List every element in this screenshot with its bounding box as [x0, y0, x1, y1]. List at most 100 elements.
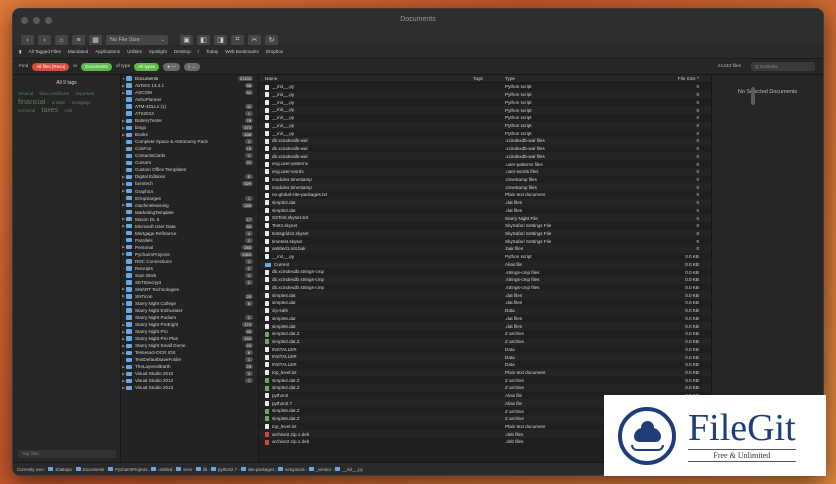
tag-item[interactable]: private — [52, 99, 66, 107]
forward-button[interactable]: › — [38, 34, 51, 46]
file-row[interactable]: __init__.py Python script 0 — [259, 106, 711, 114]
tree-item[interactable]: ▶ Graphics — [121, 188, 258, 195]
new-folder-icon[interactable]: ▣ — [180, 34, 193, 46]
file-row[interactable]: simple3.dat.Z Z archive 0.0 KB — [259, 330, 711, 338]
favorite-item[interactable]: Today — [206, 49, 218, 54]
back-button[interactable]: ‹ — [21, 34, 34, 46]
path-segment[interactable]: setuptools — [285, 467, 305, 472]
path-segment[interactable]: venv — [183, 467, 192, 472]
tree-item[interactable]: ConFoo 16 — [121, 145, 258, 152]
tree-item[interactable]: Mortgage Refinance 4 — [121, 230, 258, 237]
file-row[interactable]: INSTALLER Data 0.0 KB — [259, 345, 711, 353]
tree-item[interactable]: TextDefaultSaveFolder 1 — [121, 356, 258, 363]
file-row[interactable]: simple2.dat .dat files 0 — [259, 198, 711, 207]
file-row[interactable]: no-global-site-packages.txt Plain text do… — [259, 191, 711, 199]
file-row[interactable]: modules.timestamp .timestamp files 0 — [259, 183, 711, 192]
path-segment[interactable]: site-packages — [248, 467, 275, 472]
file-row[interactable]: eng.user-patterns .user-patterns files 0 — [259, 160, 711, 168]
tree-item[interactable]: ▶ PycharmProjects 1983 — [121, 251, 258, 258]
tree-item[interactable]: ▶ Microsoft User Data 64 — [121, 223, 258, 230]
file-row[interactable]: zip-safe Data 0.0 KB — [259, 306, 711, 315]
contents-search-input[interactable]: Q Contents — [751, 62, 815, 71]
favorite-item[interactable]: Spotlight — [149, 49, 167, 54]
file-row[interactable]: modules.timestamp .timestamp files 0 — [259, 176, 711, 184]
toggle-switch[interactable]: ● — — [163, 62, 180, 71]
tree-item[interactable]: ▶ ASCOM 54 — [121, 89, 258, 96]
tree-item[interactable]: ▶ Visual Studio 2013 — [121, 384, 258, 391]
file-list-scrollbar[interactable] — [751, 87, 755, 105]
favorite-item[interactable]: Applications — [95, 49, 120, 54]
file-row[interactable]: simple4.dat.Z Z archive 0.0 KB — [259, 384, 711, 392]
tree-item[interactable]: Sam Work 1 — [121, 272, 258, 279]
scope-select[interactable]: All files (Recu) — [32, 62, 70, 71]
list-view-icon[interactable]: ≡ — [72, 34, 85, 46]
tag-item[interactable]: visit — [65, 107, 73, 115]
file-row[interactable]: simple4.dat.Z Z archive 0.0 KB — [259, 376, 711, 384]
file-row[interactable]: top_level.txt Plain text document 0.0 KB — [259, 368, 711, 377]
file-row[interactable]: Current Alias file 0.0 KB — [259, 260, 711, 269]
tree-item[interactable]: AstroPlanner — [121, 96, 258, 103]
file-row[interactable]: SSTest.skyset.snt Starry Night File 0 — [259, 214, 711, 222]
file-row[interactable]: untitled1.snt.bak .bak files 0 — [259, 245, 711, 253]
tree-item[interactable]: ATS2013 1 — [121, 110, 258, 117]
tree-item[interactable]: ▶ bingo 473 — [121, 124, 258, 131]
name-column-header[interactable]: Name — [259, 76, 455, 81]
close-window-button[interactable] — [21, 16, 28, 24]
path-segment[interactable]: python2.7 — [218, 467, 237, 472]
path-segment[interactable]: shattapa — [55, 467, 72, 472]
tree-item[interactable]: Receipts 2 — [121, 265, 258, 272]
tree-item[interactable]: ▶ Starry Night Pro Plus 164 — [121, 335, 258, 342]
file-row[interactable]: INSTALLER Data 0.0 KB — [259, 353, 711, 361]
tree-item[interactable]: ▶ Starry Night Small Dome 23 — [121, 342, 258, 349]
file-row[interactable]: simple3.dat.Z Z archive 0.0 KB — [259, 337, 711, 346]
tree-item[interactable]: ▶ Personal 263 — [121, 244, 258, 251]
minimize-window-button[interactable] — [33, 16, 40, 24]
file-row[interactable]: testsgrids2.skyset SkySafari Settings Fil… — [259, 229, 711, 238]
path-segment[interactable]: PycharmProjects — [115, 467, 147, 472]
favorite-item[interactable]: Dropbox — [266, 49, 283, 54]
home-icon[interactable]: ⌂ — [55, 34, 68, 46]
size-column-header[interactable]: File Size ^ — [639, 76, 705, 81]
file-row[interactable]: db.xcindexdb.strings-cmp .strings-cmp fil… — [259, 268, 711, 276]
favorite-item[interactable]: Web Bookmarks — [225, 49, 259, 54]
tree-item[interactable]: Starry Night Enthusiast — [121, 307, 258, 314]
tree-item[interactable]: Cursors 24 — [121, 159, 258, 166]
file-row[interactable]: db.xcindexdb-wal .xcindexdb-wal files 0 — [259, 152, 711, 161]
file-row[interactable]: db.xcindexdb-wal .xcindexdb-wal files 0 — [259, 145, 711, 153]
refresh-icon[interactable]: ↻ — [265, 34, 278, 46]
file-row[interactable]: db.xcindexdb-wal .xcindexdb-wal files 0 — [259, 137, 711, 145]
preview-icon[interactable]: ◨ — [214, 34, 227, 46]
tree-item[interactable]: ▶ Tesseract-OCR IOS 8 — [121, 349, 258, 356]
file-row[interactable]: INSTALLER Data 0.0 KB — [259, 361, 711, 369]
file-row[interactable]: __init__.py Python script 0 — [259, 83, 711, 91]
file-row[interactable]: simple4.dat .dat files 0.0 KB — [259, 291, 711, 300]
file-row[interactable]: __init__.py Python script 0 — [259, 90, 711, 99]
zoom-window-button[interactable] — [45, 16, 52, 24]
file-row[interactable]: db.xcindexdb.strings-cmp .strings-cmp fil… — [259, 275, 711, 284]
tree-item[interactable]: IDropSargeit 1 — [121, 195, 258, 202]
type-select[interactable]: All types — [134, 62, 160, 71]
file-row[interactable]: simple4.dat .dat files 0.0 KB — [259, 299, 711, 307]
tag-icon[interactable]: ⌗ — [231, 34, 244, 46]
tree-item[interactable]: ContactsCards 1 — [121, 152, 258, 159]
file-row[interactable]: __init__.py Python script 0 — [259, 98, 711, 106]
tree-item[interactable]: MarketingTemplate — [121, 209, 258, 216]
tools-icon[interactable]: ✂ — [248, 34, 261, 46]
file-row[interactable]: simple3.dat .dat files 0 — [259, 207, 711, 215]
path-segment[interactable]: Documents — [83, 467, 105, 472]
file-row[interactable]: __init__.py Python script 0.0 KB — [259, 253, 711, 261]
folder-select[interactable]: Documents — [81, 62, 112, 71]
favorite-item[interactable]: / — [198, 49, 199, 54]
file-row[interactable]: simple5.dat .dat files 0.0 KB — [259, 322, 711, 330]
file-row[interactable]: db.xcindexdb.strings-cmp .strings-cmp fil… — [259, 284, 711, 292]
tag-item[interactable]: personal — [18, 107, 35, 115]
file-row[interactable]: eng.user-words .user-words files 0 — [259, 167, 711, 176]
tree-item[interactable]: Starry Night Podium 2 — [121, 314, 258, 321]
tree-item[interactable]: ▶ SMART Technologies — [121, 286, 258, 293]
tree-item[interactable]: SETIDecrypt 2 — [121, 279, 258, 286]
tree-item[interactable]: ▶ AirDSS 13.4.1 58 — [121, 82, 258, 89]
path-segment[interactable]: untitled — [158, 467, 172, 472]
favorite-item[interactable]: Desktop — [174, 49, 191, 54]
tree-item[interactable]: ▶ farmtech 529 — [121, 180, 258, 187]
info-icon[interactable]: ◧ — [197, 34, 210, 46]
